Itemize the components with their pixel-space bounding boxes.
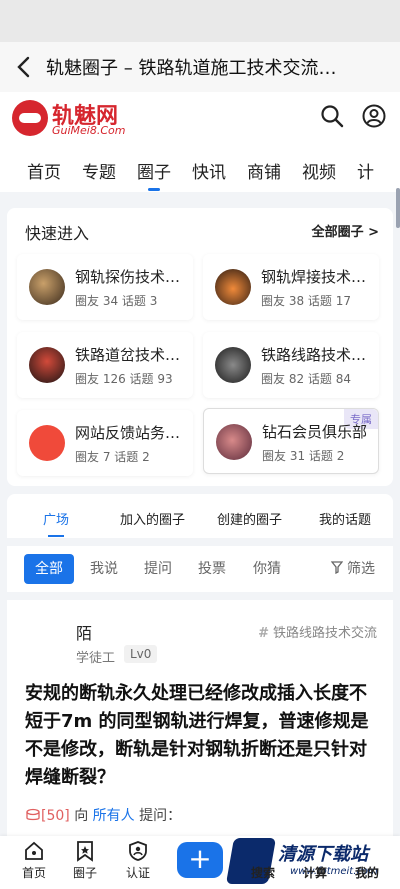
circle-name: 铁路线路技术… (261, 346, 367, 364)
post-title[interactable]: 安规的断轨永久处理已经修改成插入长度不短于7m 的同型钢轨进行焊复，普速修规是不… (25, 680, 375, 792)
circle-thumbnail (29, 347, 65, 383)
circle-name: 钢轨焊接技术… (261, 268, 367, 286)
create-post-button[interactable]: + (177, 842, 223, 878)
filter-button-label: 筛选 (347, 561, 375, 577)
circle-stats: 圈友 31 话题 2 (262, 449, 345, 463)
main-nav: 首页 专题 圈子 快讯 商铺 视频 计 (0, 148, 400, 192)
circle-card[interactable]: 网站反馈站务… 圈友 7 话题 2 (17, 410, 193, 476)
circle-name: 钻石会员俱乐部 (262, 423, 368, 441)
home-icon (25, 841, 43, 860)
feedback-icon (29, 425, 65, 461)
window-title: 轨魅圈子 – 铁路轨道施工技术交流… (46, 58, 337, 79)
circle-card[interactable]: 铁路线路技术… 圈友 82 话题 84 (203, 332, 379, 398)
funnel-icon (330, 561, 343, 575)
nav-item-news[interactable]: 快讯 (192, 158, 226, 183)
site-logo[interactable]: 轨魅网 GuiMei8.Com (12, 98, 126, 140)
post-circle-tag[interactable]: # 铁路线路技术交流 (258, 622, 377, 641)
post-author[interactable]: 陌 (76, 620, 92, 644)
coin-icon (26, 808, 40, 821)
nav-item-topics[interactable]: 专题 (82, 158, 116, 183)
circle-stats: 圈友 38 话题 17 (261, 294, 351, 308)
feed-tabs: 广场 加入的圈子 创建的圈子 我的话题 (7, 494, 393, 538)
circle-card[interactable]: 专属 钻石会员俱乐部 圈友 31 话题 2 (203, 408, 379, 474)
bottom-tab-calculate[interactable]: 计算 (287, 862, 343, 884)
nav-item-home[interactable]: 首页 (27, 158, 61, 183)
logo-domain: GuiMei8.Com (52, 124, 126, 137)
bottom-tab-label: 认证 (125, 866, 150, 880)
reward-action: 提问： (139, 808, 182, 824)
logo-mark-icon (12, 100, 48, 136)
circle-card[interactable]: 钢轨探伤技术… 圈友 34 话题 3 (17, 254, 193, 320)
post-card[interactable]: 陌 学徒工 Lv0 # 铁路线路技术交流 安规的断轨永久处理已经修改成插入长度不短… (7, 600, 393, 836)
filter-question[interactable]: 提问 (144, 554, 172, 584)
quick-access-panel: 快速进入 全部圈子 > 钢轨探伤技术… 圈友 34 话题 3 钢轨焊接技术… 圈… (7, 208, 393, 486)
circle-name: 钢轨探伤技术… (75, 268, 181, 286)
user-account-icon[interactable] (362, 104, 386, 128)
tab-my-topics[interactable]: 我的话题 (319, 509, 371, 528)
nav-item-circles[interactable]: 圈子 (137, 158, 171, 191)
circle-stats: 圈友 34 话题 3 (75, 294, 158, 308)
filter-guess[interactable]: 你猜 (253, 554, 281, 584)
search-icon[interactable] (320, 104, 344, 128)
status-bar (0, 0, 400, 42)
bottom-tab-label: 首页 (21, 866, 46, 880)
filter-button[interactable]: 筛选 (330, 554, 375, 584)
quick-access-heading: 快速进入 (25, 224, 90, 243)
circle-name: 网站反馈站务… (75, 424, 181, 442)
author-role: 学徒工 (76, 651, 116, 666)
author-level-badge: Lv0 (124, 645, 158, 663)
reward-to: 向 (74, 808, 89, 824)
post-reward: [50] 向 所有人 提问： (25, 805, 181, 825)
coin-reward: [50] (25, 808, 70, 824)
site-header: 轨魅网 GuiMei8.Com 首页 专题 圈子 快讯 商铺 视频 计 (0, 92, 400, 192)
bottom-tab-label: 搜索 (250, 866, 275, 880)
bottom-tab-label: 我的 (354, 866, 379, 880)
bottom-tab-home[interactable]: 首页 (6, 840, 62, 888)
back-button[interactable] (0, 42, 46, 92)
bottom-tab-label: 计算 (302, 866, 327, 880)
circle-stats: 圈友 82 话题 84 (261, 372, 351, 386)
avatar[interactable] (21, 618, 65, 662)
bottom-tab-certification[interactable]: 认证 (110, 840, 166, 888)
tab-plaza[interactable]: 广场 (43, 509, 69, 537)
post-circle-tag-label: 铁路线路技术交流 (272, 626, 377, 641)
tab-created-circles[interactable]: 创建的圈子 (217, 509, 282, 528)
nav-item-shops[interactable]: 商铺 (247, 158, 281, 183)
bottom-tab-circles[interactable]: 圈子 (57, 840, 113, 888)
circle-card[interactable]: 铁路道岔技术… 圈友 126 话题 93 (17, 332, 193, 398)
post-filters: 全部 我说 提问 投票 你猜 筛选 (7, 546, 393, 592)
bookmark-star-icon (77, 841, 93, 862)
nav-item-calc[interactable]: 计 (357, 158, 374, 183)
circle-thumbnail (215, 269, 251, 305)
circle-stats: 圈友 126 话题 93 (75, 372, 173, 386)
title-bar: 轨魅圈子 – 铁路轨道施工技术交流… (0, 42, 400, 92)
circle-stats: 圈友 7 话题 2 (75, 450, 150, 464)
bottom-tab-search[interactable]: 搜索 (235, 862, 291, 884)
reward-target-link[interactable]: 所有人 (93, 808, 135, 824)
bottom-tab-label: 圈子 (72, 866, 97, 880)
circle-thumbnail (215, 347, 251, 383)
all-circles-link[interactable]: 全部圈子 > (312, 221, 379, 240)
bottom-tab-bar: 首页 圈子 认证 + 清源下载站 www.fotmeit.com 搜索 计算 我… (0, 836, 400, 889)
circle-card[interactable]: 钢轨焊接技术… 圈友 38 话题 17 (203, 254, 379, 320)
filter-all[interactable]: 全部 (24, 554, 74, 584)
scrollbar[interactable] (396, 188, 400, 228)
hash-icon: # (258, 626, 269, 641)
shield-user-icon (129, 841, 147, 861)
filter-say[interactable]: 我说 (90, 554, 118, 584)
nav-item-video[interactable]: 视频 (302, 158, 336, 183)
bottom-tab-profile[interactable]: 我的 (339, 862, 395, 884)
coin-reward-amount: [50] (41, 808, 70, 824)
chevron-left-icon (17, 56, 30, 78)
circle-thumbnail (29, 269, 65, 305)
circle-thumbnail (216, 424, 252, 460)
circle-name: 铁路道岔技术… (75, 346, 181, 364)
tab-joined-circles[interactable]: 加入的圈子 (120, 509, 185, 528)
filter-vote[interactable]: 投票 (198, 554, 226, 584)
